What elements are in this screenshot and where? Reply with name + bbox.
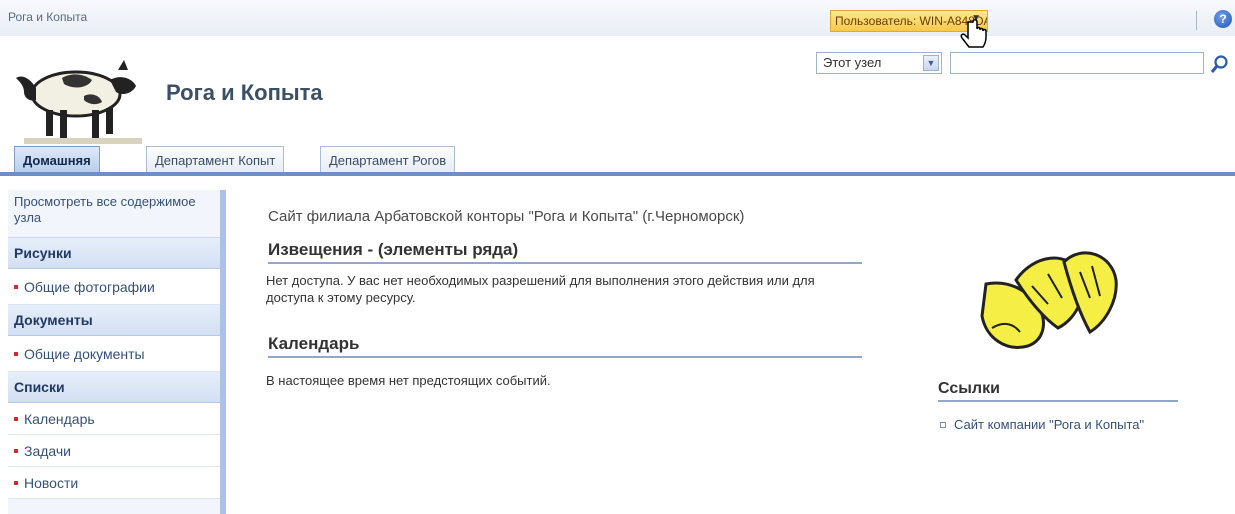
top-navigation-tabs: Домашняя Департамент Копыт Департамент Р… — [0, 146, 1235, 176]
bullet-icon — [14, 449, 18, 454]
site-breadcrumb[interactable]: Рога и Копыта — [8, 10, 87, 24]
bullet-icon — [14, 352, 18, 357]
nav-header-documents[interactable]: Документы — [8, 305, 220, 336]
bullet-icon — [14, 481, 18, 486]
announcements-message: Нет доступа. У вас нет необходимых разре… — [266, 273, 815, 305]
links-item[interactable]: Сайт компании "Рога и Копыта" — [940, 416, 1170, 434]
announcements-title[interactable]: Извещения - (элементы ряда) — [268, 240, 862, 264]
bullet-icon — [14, 285, 18, 290]
nav-item-shared-photos[interactable]: Общие фотографии — [8, 269, 220, 305]
nav-item-tasks[interactable]: Задачи — [8, 435, 220, 467]
search-scope-value: Этот узел — [823, 55, 882, 70]
magnifier-icon[interactable] — [1210, 54, 1230, 74]
site-description: Сайт филиала Арбатовской конторы "Рога и… — [268, 208, 745, 225]
divider — [1196, 11, 1197, 30]
nav-item-calendar[interactable]: Календарь — [8, 403, 220, 435]
nav-header-pictures[interactable]: Рисунки — [8, 238, 220, 269]
tab-hooves-department[interactable]: Департамент Копыт — [146, 146, 285, 172]
chevron-down-icon: ▼ — [923, 55, 939, 71]
calendar-message: В настоящее время нет предстоящих событи… — [266, 373, 551, 388]
cow-logo[interactable] — [14, 44, 150, 148]
global-bar: Рога и Копыта Пользователь: WIN-A848DA7Q… — [0, 0, 1235, 36]
square-bullet-icon — [940, 421, 946, 428]
quick-launch: Просмотреть все содержимое узла Рисунки … — [8, 190, 226, 514]
tab-horns-department[interactable]: Департамент Рогов — [320, 146, 456, 172]
bullet-icon — [14, 417, 18, 422]
horns-image — [980, 251, 1118, 349]
view-all-content-link[interactable]: Просмотреть все содержимое узла — [8, 190, 220, 238]
links-title[interactable]: Ссылки — [938, 380, 1178, 402]
nav-item-news[interactable]: Новости — [8, 467, 220, 499]
nav-header-lists[interactable]: Списки — [8, 372, 220, 403]
help-icon[interactable]: ? — [1214, 10, 1232, 28]
search-input[interactable] — [950, 52, 1204, 74]
search-scope-select[interactable]: Этот узел ▼ — [816, 52, 942, 74]
hand-cursor-icon — [960, 19, 987, 48]
calendar-title[interactable]: Календарь — [268, 334, 862, 358]
site-title[interactable]: Рога и Копыта — [166, 80, 323, 106]
nav-item-shared-documents[interactable]: Общие документы — [8, 336, 220, 372]
tab-home[interactable]: Домашняя — [14, 146, 100, 172]
